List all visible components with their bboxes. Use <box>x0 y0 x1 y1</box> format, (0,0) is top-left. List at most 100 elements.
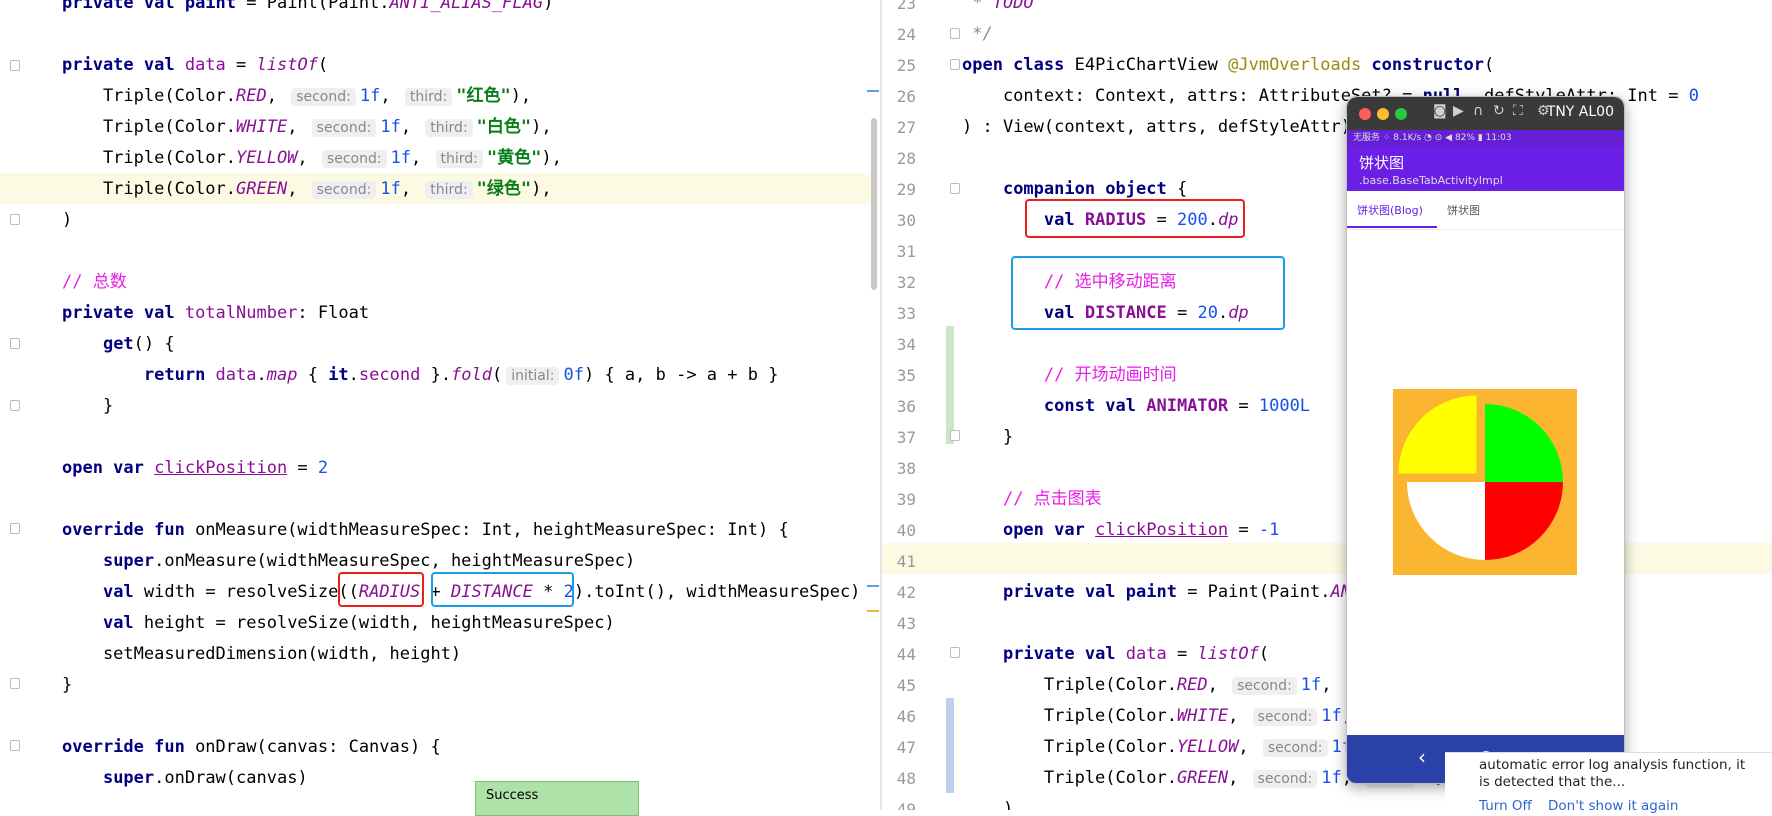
code-token: clickPosition <box>154 458 288 478</box>
code-token: }. <box>420 365 452 385</box>
code-line[interactable]: } <box>62 391 113 422</box>
code-line[interactable]: private val totalNumber: Float <box>62 298 369 329</box>
code-token: Triple(Color. <box>62 117 236 137</box>
fold-marker[interactable] <box>10 678 20 689</box>
emulator-titlebar[interactable]: ◙ ▶ ∩ ↻ ⛶ ⚙ TNY AL00 <box>1347 97 1624 130</box>
code-token: onDraw(canvas: Canvas) { <box>195 737 441 757</box>
pie-chart-view[interactable] <box>1393 389 1577 575</box>
code-line[interactable]: private val paint = Paint(Paint.ANTI_ALI… <box>62 0 553 19</box>
parameter-hint: third: <box>435 150 483 168</box>
radius-highlight-box <box>338 572 424 607</box>
fold-marker[interactable] <box>950 430 960 441</box>
code-token: listOf <box>256 55 318 75</box>
code-token: , <box>380 86 401 106</box>
code-token: WHITE <box>236 117 288 137</box>
code-line[interactable]: } <box>62 670 72 701</box>
code-line[interactable]: ) <box>962 794 1013 810</box>
fold-marker[interactable] <box>10 60 20 71</box>
fold-marker[interactable] <box>950 647 960 658</box>
code-line[interactable]: } <box>962 422 1013 453</box>
code-line[interactable]: ) <box>62 205 72 236</box>
code-line[interactable]: open var clickPosition = -1 <box>962 515 1279 546</box>
pie-chart-svg[interactable] <box>1393 389 1577 575</box>
fold-marker[interactable] <box>10 400 20 411</box>
right-editor-pane[interactable]: 23 24 25 26 27 28 29 30 31 32 33 34 35 36 37 38 39 40 41 42… <box>882 0 1772 810</box>
code-line[interactable]: super.onDraw(canvas) <box>62 763 308 794</box>
code-token: height = resolveSize(width, heightMeasur… <box>143 613 615 633</box>
app-title: 饼状图 <box>1359 154 1405 172</box>
code-line[interactable]: // 开场动画时间 <box>962 360 1177 391</box>
close-window-button[interactable] <box>1359 108 1371 120</box>
code-token: , <box>1321 675 1342 695</box>
code-token: private val <box>1002 644 1126 664</box>
code-line[interactable]: open var clickPosition = 2 <box>62 453 328 484</box>
fold-marker[interactable] <box>950 59 960 70</box>
fold-marker[interactable] <box>950 183 960 194</box>
code-line[interactable]: // 总数 <box>62 267 127 298</box>
camera-icon[interactable]: ◙ <box>1433 103 1447 119</box>
distance-highlight-box <box>431 572 574 607</box>
error-log-notice: automatic error log analysis function, i… <box>1445 752 1772 814</box>
code-line[interactable]: override fun onDraw(canvas: Canvas) { <box>62 732 441 763</box>
left-editor-pane[interactable]: private val paint = Paint(Paint.ANTI_ALI… <box>0 0 880 810</box>
code-line[interactable]: return data.map { it.second }.fold(initi… <box>62 360 778 391</box>
notice-text: automatic error log analysis function, i… <box>1479 757 1746 790</box>
tab-pie-blog[interactable]: 饼状图(Blog) <box>1357 202 1423 218</box>
fold-marker[interactable] <box>10 214 20 225</box>
back-icon[interactable]: ‹ <box>1407 745 1437 769</box>
code-line[interactable]: Triple(Color.RED, second:1f, third:"红色")… <box>62 81 531 112</box>
code-line[interactable]: private val data = listOf( <box>962 639 1269 670</box>
fold-marker[interactable] <box>10 740 20 751</box>
fold-marker[interactable] <box>950 28 960 39</box>
code-line[interactable]: private val data = listOf( <box>62 50 328 81</box>
code-token: = <box>225 55 257 75</box>
parameter-hint: second: <box>311 119 377 137</box>
code-line[interactable]: const val ANIMATOR = 1000L <box>962 391 1310 422</box>
line-number: 39 <box>896 490 916 509</box>
status-bar-text: 无服务 ⁘ 8.1K/s ◔ ⊙ ◀ 82% ▮ 11:03 <box>1353 133 1512 143</box>
headphones-icon[interactable]: ∩ <box>1473 103 1483 119</box>
fold-marker[interactable] <box>10 523 20 534</box>
code-token: open class <box>962 55 1075 75</box>
pie-slice-白色[interactable] <box>1407 482 1485 560</box>
turn-off-link[interactable]: Turn Off <box>1479 798 1532 814</box>
video-icon[interactable]: ▶ <box>1453 103 1464 119</box>
fullscreen-icon[interactable]: ⛶ <box>1513 103 1523 119</box>
code-token: "白色" <box>476 117 532 137</box>
dont-show-again-link[interactable]: Don't show it again <box>1548 798 1678 814</box>
code-line[interactable]: open class E4PicChartView @JvmOverloads … <box>962 50 1494 81</box>
rotate-icon[interactable]: ↻ <box>1493 103 1505 119</box>
code-line[interactable]: Triple(Color.WHITE, second:1f, third:"白色… <box>62 112 552 143</box>
code-token: val <box>102 613 144 633</box>
tab-pie[interactable]: 饼状图 <box>1447 202 1480 218</box>
pie-slice-黄色[interactable] <box>1398 395 1477 474</box>
code-token: = <box>287 458 318 478</box>
code-line[interactable]: */ <box>962 19 992 50</box>
code-token: "黄色" <box>486 148 542 168</box>
code-token: override fun <box>62 737 196 757</box>
left-scrollbar[interactable] <box>871 118 877 290</box>
code-token: data <box>215 365 257 385</box>
zoom-window-button[interactable] <box>1395 108 1407 120</box>
minimize-window-button[interactable] <box>1377 108 1389 120</box>
code-token: override fun <box>62 520 196 540</box>
line-number: 24 <box>896 25 916 44</box>
code-line[interactable]: Triple(Color.YELLOW, second:1f, third:"黄… <box>62 143 562 174</box>
code-line[interactable]: setMeasuredDimension(width, height) <box>62 639 461 670</box>
pie-slice-绿色[interactable] <box>1485 404 1563 482</box>
code-token: , <box>287 179 308 199</box>
emulator-window[interactable]: ◙ ▶ ∩ ↻ ⛶ ⚙ TNY AL00 无服务 ⁘ 8.1K/s ◔ ⊙ ◀ … <box>1346 96 1625 784</box>
code-token: RED <box>1176 675 1208 695</box>
code-line[interactable]: Triple(Color.GREEN, second:1f, third:"绿色… <box>62 174 552 205</box>
code-line[interactable]: get() { <box>62 329 175 360</box>
fold-marker[interactable] <box>10 338 20 349</box>
line-number: 36 <box>896 397 916 416</box>
code-line[interactable]: * TODO <box>962 0 1033 19</box>
pie-slice-红色[interactable] <box>1485 482 1563 560</box>
code-line[interactable]: // 点击图表 <box>962 484 1102 515</box>
code-line[interactable]: ) : View(context, attrs, defStyleAttr) { <box>962 112 1371 143</box>
code-line[interactable]: val height = resolveSize(width, heightMe… <box>62 608 615 639</box>
code-line[interactable]: override fun onMeasure(widthMeasureSpec:… <box>62 515 789 546</box>
code-token: ( <box>317 55 329 75</box>
